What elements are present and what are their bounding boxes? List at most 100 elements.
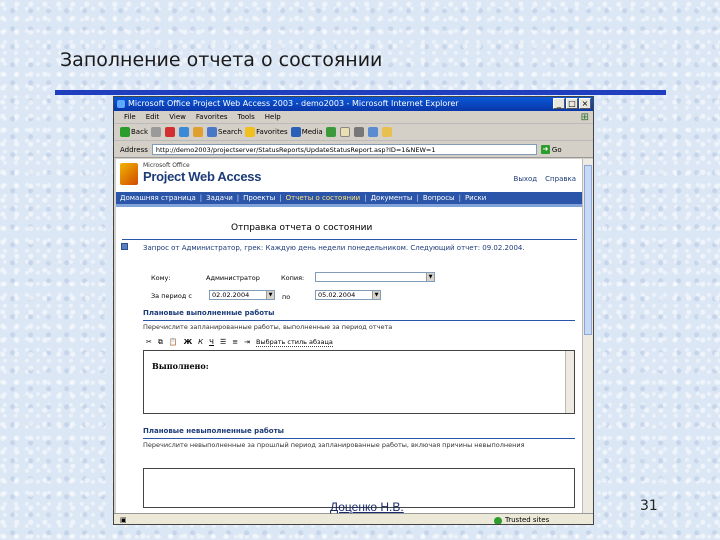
windows-logo-icon: ⊞ <box>580 112 589 123</box>
nav-tasks[interactable]: Задачи <box>206 192 233 204</box>
back-arrow-icon <box>120 127 130 137</box>
trusted-zone-icon <box>494 516 502 524</box>
media-label: Media <box>301 128 323 136</box>
scrollbar-thumb[interactable] <box>584 165 592 335</box>
edit-icon[interactable] <box>367 127 378 137</box>
chevron-down-icon: ▼ <box>266 291 274 299</box>
favorites-label: Favorites <box>256 128 288 136</box>
page-scrollbar[interactable] <box>582 159 593 513</box>
window-titlebar[interactable]: Microsoft Office Project Web Access 2003… <box>114 97 593 111</box>
section-completed-desc: Перечислите запланированные работы, выпо… <box>143 323 393 331</box>
indent-icon[interactable]: ⇥ <box>244 338 250 346</box>
request-text: Запрос от Администратор, грек: Каждую де… <box>143 244 525 252</box>
chevron-down-icon: ▼ <box>426 273 434 281</box>
copy-select[interactable]: ▼ <box>315 272 435 282</box>
period-from-select[interactable]: 02.02.2004 ▼ <box>209 290 275 300</box>
nav-documents[interactable]: Документы <box>371 192 413 204</box>
period-label: За период с <box>151 292 192 300</box>
help-link[interactable]: Справка <box>545 175 576 183</box>
back-label: Back <box>131 128 148 136</box>
go-button[interactable]: ➜ Go <box>540 145 562 154</box>
logout-link[interactable]: Выход <box>514 175 538 183</box>
address-bar: Address http://demo2003/projectserver/St… <box>114 142 593 158</box>
menu-view[interactable]: View <box>169 111 186 123</box>
address-label: Address <box>120 145 148 154</box>
window-controls: _ □ × <box>553 98 591 109</box>
ie-icon <box>117 100 125 108</box>
slide-title: Заполнение отчета о состоянии <box>60 49 383 71</box>
bullet-list-icon[interactable]: ≡ <box>232 338 238 346</box>
stop-icon[interactable] <box>165 127 175 137</box>
go-arrow-icon: ➜ <box>540 145 550 154</box>
section-completed-title: Плановые выполненные работы <box>143 309 275 317</box>
period-from-value: 02.02.2004 <box>212 291 250 299</box>
underline-icon[interactable]: Ч <box>209 338 214 346</box>
slide-page-number: 31 <box>640 498 658 514</box>
editor-scrollbar[interactable] <box>565 351 574 413</box>
paste-icon[interactable]: 📋 <box>169 338 178 346</box>
pwa-nav: Домашняя страница | Задачи | Проекты | Отче… <box>116 192 582 204</box>
heading-divider <box>122 239 577 240</box>
menu-edit[interactable]: Edit <box>146 111 160 123</box>
slide-author: Доценко Н.В. <box>330 500 404 514</box>
forward-arrow-icon[interactable] <box>151 127 161 137</box>
office-logo-icon <box>120 163 138 185</box>
browser-toolbar: Back Search Favorites Media <box>114 124 593 141</box>
back-button[interactable]: Back <box>120 127 148 137</box>
close-button[interactable]: × <box>579 98 591 109</box>
editor-content: Выполнено: <box>152 361 209 371</box>
menu-favorites[interactable]: Favorites <box>196 111 228 123</box>
completed-work-editor[interactable]: Выполнено: <box>143 350 575 414</box>
address-input[interactable]: http://demo2003/projectserver/StatusRepo… <box>151 144 537 155</box>
nav-projects[interactable]: Проекты <box>243 192 275 204</box>
star-icon <box>245 127 256 137</box>
period-to-label: по <box>282 293 291 301</box>
go-label: Go <box>551 145 562 154</box>
history-icon[interactable] <box>325 127 336 137</box>
copy-label: Копия: <box>281 274 305 282</box>
paragraph-style-select[interactable]: Выбрать стиль абзаца <box>256 338 333 347</box>
cut-icon[interactable]: ✂ <box>146 338 152 346</box>
menu-help[interactable]: Help <box>265 111 281 123</box>
nav-risks[interactable]: Риски <box>465 192 486 204</box>
maximize-button[interactable]: □ <box>566 98 578 109</box>
page-content: Microsoft Office Project Web Access Выхо… <box>116 159 582 513</box>
refresh-icon[interactable] <box>179 127 189 137</box>
search-icon <box>207 127 217 137</box>
title-underline <box>55 90 666 95</box>
period-to-select[interactable]: 05.02.2004 ▼ <box>315 290 381 300</box>
to-label: Кому: <box>151 274 171 282</box>
security-zone: Trusted sites <box>494 514 550 524</box>
logo-small-text: Microsoft Office <box>143 162 190 169</box>
mail-icon[interactable] <box>339 127 350 137</box>
copy-icon[interactable]: ⧉ <box>158 338 163 347</box>
search-label: Search <box>218 128 243 136</box>
editor-toolbar: ✂ ⧉ 📋 Ж К Ч ☰ ≡ ⇥ Выбрать стиль абзаца <box>143 335 573 349</box>
bold-icon[interactable]: Ж <box>184 338 193 346</box>
status-page-icon: ▣ <box>120 516 127 524</box>
minimize-button[interactable]: _ <box>553 98 565 109</box>
print-icon[interactable] <box>353 127 364 137</box>
nav-home[interactable]: Домашняя страница <box>120 192 196 204</box>
section-completed-rule <box>143 320 575 321</box>
folder-icon[interactable] <box>381 127 392 137</box>
page-heading: Отправка отчета о состоянии <box>231 223 373 233</box>
home-icon[interactable] <box>193 127 203 137</box>
nav-underline <box>116 204 582 207</box>
side-panel-icon[interactable] <box>121 243 128 250</box>
menu-file[interactable]: File <box>124 111 136 123</box>
media-button[interactable]: Media <box>290 127 323 137</box>
numbered-list-icon[interactable]: ☰ <box>220 338 226 346</box>
favorites-button[interactable]: Favorites <box>245 127 288 137</box>
search-button[interactable]: Search <box>207 127 242 137</box>
chevron-down-icon: ▼ <box>372 291 380 299</box>
nav-issues[interactable]: Вопросы <box>423 192 455 204</box>
media-icon <box>290 127 301 137</box>
browser-window: Microsoft Office Project Web Access 2003… <box>113 96 594 525</box>
logo-main-text: Project Web Access <box>143 169 262 184</box>
italic-icon[interactable]: К <box>198 338 203 346</box>
menu-tools[interactable]: Tools <box>238 111 255 123</box>
zone-label: Trusted sites <box>505 516 550 524</box>
nav-status-reports[interactable]: Отчеты о состоянии <box>286 192 361 204</box>
to-value: Администратор <box>206 274 260 282</box>
